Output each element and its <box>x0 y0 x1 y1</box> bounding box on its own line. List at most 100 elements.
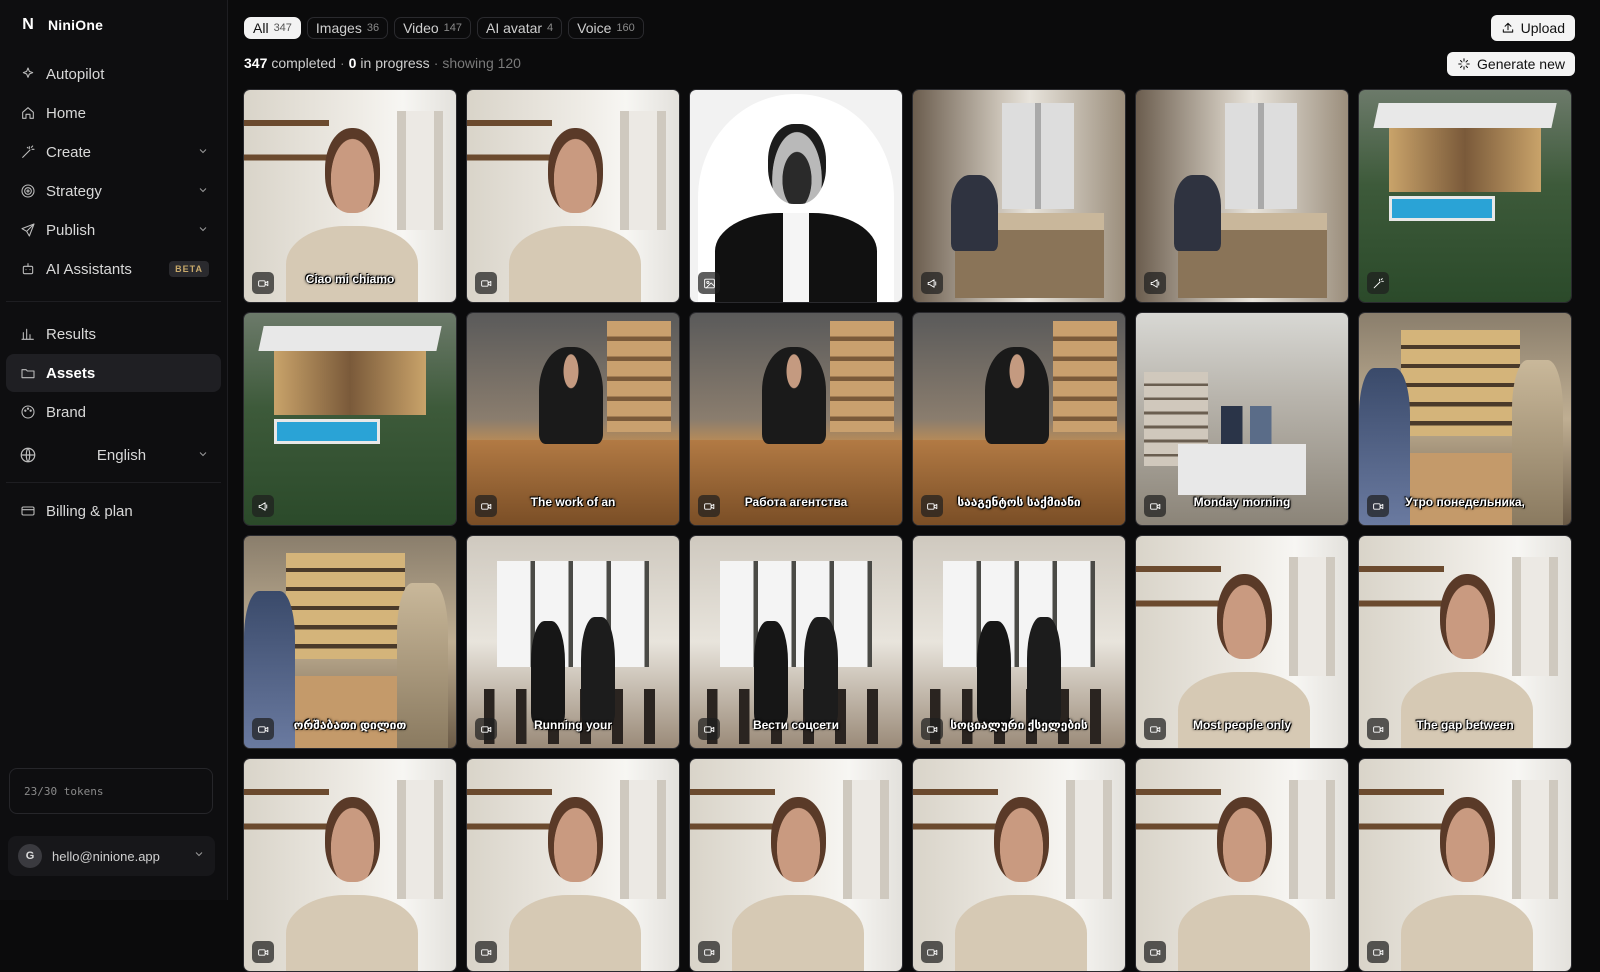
filter-count: 147 <box>443 22 463 34</box>
sidebar-item-publish[interactable]: Publish <box>6 211 221 249</box>
chevron-down-icon <box>197 447 209 464</box>
asset-tile[interactable] <box>466 89 680 303</box>
asset-tile[interactable]: Утро понедельника, <box>1358 312 1572 526</box>
toolbar: All 347 Images 36 Video 147 AI avatar 4 Voice 160 <box>244 0 1600 54</box>
filter-label: Voice <box>577 20 612 36</box>
megaphone-icon <box>1144 272 1166 294</box>
sidebar-item-autopilot[interactable]: Autopilot <box>6 55 221 93</box>
filter-label: AI avatar <box>486 20 543 36</box>
asset-tile[interactable]: სოციალური ქსელების <box>912 535 1126 749</box>
asset-caption: Running your <box>534 718 612 732</box>
billing-nav: Billing & plan <box>0 491 227 535</box>
asset-tile[interactable] <box>243 758 457 972</box>
asset-caption: The work of an <box>530 495 616 509</box>
chevron-down-icon <box>197 183 209 200</box>
asset-tile[interactable] <box>689 758 903 972</box>
asset-tile[interactable] <box>912 89 1126 303</box>
upload-button[interactable]: Upload <box>1490 15 1575 41</box>
nav-divider-2 <box>6 482 221 483</box>
sidebar-item-label: Strategy <box>46 182 102 200</box>
sidebar-item-strategy[interactable]: Strategy <box>6 172 221 210</box>
filter-tab-video[interactable]: Video 147 <box>394 17 472 39</box>
home-icon <box>18 103 38 123</box>
send-icon <box>18 220 38 240</box>
asset-tile[interactable] <box>1135 89 1349 303</box>
filter-tab-images[interactable]: Images 36 <box>306 17 389 39</box>
language-label: English <box>96 446 147 464</box>
asset-tile[interactable]: The gap between <box>1358 535 1572 749</box>
in-progress-count: 0 <box>348 55 357 71</box>
filter-tab-all[interactable]: All 347 <box>244 17 301 39</box>
sidebar-item-ai-assistants[interactable]: AI Assistants BETA <box>6 250 221 288</box>
asset-tile[interactable] <box>466 758 680 972</box>
asset-tile[interactable]: Running your <box>466 535 680 749</box>
in-progress-label: in progress <box>360 55 430 71</box>
megaphone-icon <box>252 495 274 517</box>
sidebar-item-brand[interactable]: Brand <box>6 393 221 431</box>
asset-caption: სააგენტოს საქმიანი <box>957 495 1081 509</box>
asset-tile[interactable]: სააგენტოს საქმიანი <box>912 312 1126 526</box>
sidebar-item-home[interactable]: Home <box>6 94 221 132</box>
asset-tile[interactable]: ორშაბათი დილით <box>243 535 457 749</box>
bar-chart-icon <box>18 324 38 344</box>
asset-thumbnail <box>913 536 1125 748</box>
sidebar-item-billing[interactable]: Billing & plan <box>6 492 221 530</box>
chevron-down-icon <box>193 847 205 865</box>
palette-icon <box>18 402 38 422</box>
filter-label: Images <box>315 20 362 36</box>
asset-tile[interactable]: Monday morning <box>1135 312 1349 526</box>
status-separator: · <box>339 55 345 71</box>
asset-thumbnail <box>1136 759 1348 971</box>
filter-count: 347 <box>273 22 292 34</box>
completed-count: 347 <box>244 55 268 71</box>
user-menu[interactable]: G hello@ninione.app <box>8 836 215 876</box>
sidebar-item-label: Home <box>46 104 87 122</box>
sparkle-icon <box>18 64 38 84</box>
asset-tile[interactable] <box>1358 89 1572 303</box>
filter-tab-voice[interactable]: Voice 160 <box>568 17 644 39</box>
asset-thumbnail <box>913 759 1125 971</box>
asset-tile[interactable]: Вести соцсети <box>689 535 903 749</box>
primary-nav: Autopilot Home Create Strategy Publish AI Ass… <box>0 50 227 293</box>
magic-wand-icon <box>18 142 38 162</box>
filter-tab-ai-avatar[interactable]: AI avatar 4 <box>477 17 563 39</box>
sidebar-item-assets[interactable]: Assets <box>6 354 221 392</box>
beta-badge: BETA <box>169 261 209 277</box>
language-selector[interactable]: English <box>6 436 221 474</box>
asset-thumbnail <box>1359 313 1571 525</box>
megaphone-icon <box>921 272 943 294</box>
generate-label: Generate new <box>1477 56 1565 72</box>
asset-tile[interactable] <box>689 89 903 303</box>
sidebar: N NiniOne Autopilot Home Create Strategy Pub… <box>0 0 228 900</box>
sidebar-item-create[interactable]: Create <box>6 133 221 171</box>
asset-tile[interactable] <box>912 758 1126 972</box>
image-icon <box>698 272 720 294</box>
sparkle-icon <box>1458 58 1470 70</box>
asset-thumbnail <box>913 313 1125 525</box>
asset-thumbnail <box>690 313 902 525</box>
asset-caption: Работа агентства <box>744 495 848 509</box>
video-icon <box>921 941 943 963</box>
nav-divider <box>6 301 221 302</box>
globe-icon <box>18 445 38 465</box>
credit-card-icon <box>18 501 38 521</box>
generate-new-button[interactable]: Generate new <box>1447 52 1575 76</box>
sidebar-item-results[interactable]: Results <box>6 315 221 353</box>
asset-caption: სოციალური ქსელების <box>950 718 1088 732</box>
token-counter: 23/30 tokens <box>9 768 213 814</box>
asset-thumbnail <box>244 313 456 525</box>
asset-tile[interactable]: Ciao mi chiamo <box>243 89 457 303</box>
asset-tile[interactable]: Работа агентства <box>689 312 903 526</box>
asset-tile[interactable]: Most people only <box>1135 535 1349 749</box>
upload-icon <box>1502 22 1513 33</box>
video-icon <box>252 941 274 963</box>
brand[interactable]: N NiniOne <box>0 0 227 50</box>
asset-tile[interactable] <box>1135 758 1349 972</box>
filter-count: 160 <box>616 22 635 34</box>
asset-thumbnail <box>467 536 679 748</box>
asset-thumbnail <box>1359 90 1571 302</box>
asset-tile[interactable] <box>243 312 457 526</box>
asset-caption: The gap between <box>1416 718 1514 732</box>
asset-tile[interactable] <box>1358 758 1572 972</box>
asset-tile[interactable]: The work of an <box>466 312 680 526</box>
